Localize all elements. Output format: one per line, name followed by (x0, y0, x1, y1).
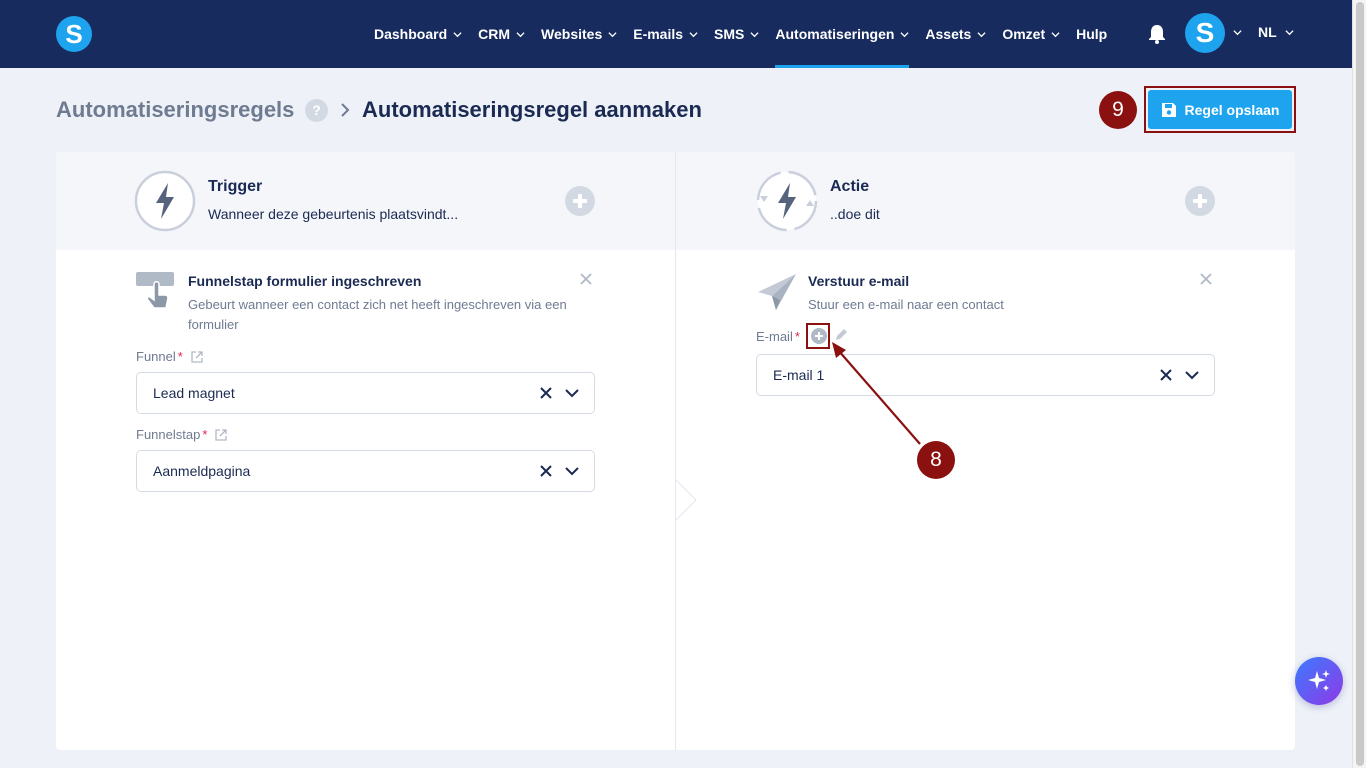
action-card-title: Verstuur e-mail (808, 273, 910, 289)
add-action-button[interactable] (1185, 186, 1215, 216)
language-label: NL (1258, 24, 1277, 40)
funnelstap-select[interactable]: Aanmeldpagina (136, 450, 595, 492)
vertical-scrollbar[interactable] (1352, 0, 1366, 768)
chevron-down-icon (750, 31, 759, 37)
chevron-down-icon[interactable] (564, 387, 580, 399)
funnel-select[interactable]: Lead magnet (136, 372, 595, 414)
nav-item-crm[interactable]: CRM (478, 0, 525, 68)
step-badge-9: 9 (1099, 91, 1137, 129)
sparkle-icon (1308, 670, 1330, 691)
add-trigger-button[interactable] (565, 186, 595, 216)
close-icon[interactable] (579, 272, 593, 286)
email-label-text: E-mail (756, 329, 793, 344)
action-title: Actie (830, 178, 870, 195)
ai-assistant-button[interactable] (1295, 657, 1343, 705)
chevron-down-icon (1051, 31, 1060, 37)
nav-item-label: SMS (714, 26, 745, 42)
chevron-down-icon (900, 31, 909, 37)
annotation-arrow (832, 342, 921, 445)
step-badge-8: 8 (917, 441, 955, 479)
chevron-down-icon (689, 31, 698, 37)
required-marker: * (177, 349, 183, 364)
lightning-cycle-icon (756, 170, 818, 232)
logo[interactable]: S (56, 16, 92, 52)
trigger-subtitle: Wanneer deze gebeurtenis plaatsvindt... (208, 206, 459, 222)
top-navigation: S Dashboard CRM Websites E-mails SMS Aut… (0, 0, 1352, 68)
funnelstap-label-text: Funnelstap (136, 427, 201, 442)
nav-item-sms[interactable]: SMS (714, 0, 759, 68)
close-icon[interactable] (1199, 272, 1213, 286)
language-selector[interactable]: NL (1258, 24, 1294, 40)
nav-item-label: Assets (925, 26, 972, 42)
action-card-description: Stuur een e-mail naar een contact (808, 297, 1004, 312)
nav-item-hulp[interactable]: Hulp (1076, 0, 1107, 68)
save-icon (1161, 102, 1176, 117)
external-link-icon[interactable] (190, 350, 204, 364)
clear-icon[interactable] (540, 465, 552, 477)
email-label: E-mail * (756, 329, 800, 344)
chevron-down-icon[interactable] (1184, 369, 1200, 381)
scrollbar-thumb[interactable] (1356, 2, 1364, 766)
funnel-select-value: Lead magnet (153, 385, 235, 401)
column-divider (675, 152, 676, 750)
nav-item-assets[interactable]: Assets (925, 0, 986, 68)
nav-menu: Dashboard CRM Websites E-mails SMS Autom… (374, 0, 1123, 68)
funnelstap-select-value: Aanmeldpagina (153, 463, 251, 479)
save-rule-label: Regel opslaan (1184, 101, 1280, 118)
chevron-down-icon (608, 31, 617, 37)
nav-item-websites[interactable]: Websites (541, 0, 617, 68)
form-click-icon (136, 272, 174, 309)
avatar[interactable]: S (1185, 13, 1225, 53)
external-link-icon[interactable] (214, 428, 228, 442)
nav-item-label: Dashboard (374, 26, 448, 42)
nav-item-dashboard[interactable]: Dashboard (374, 0, 462, 68)
funnel-label: Funnel * (136, 349, 204, 364)
nav-item-label: Omzet (1002, 26, 1046, 42)
nav-item-omzet[interactable]: Omzet (1002, 0, 1060, 68)
chevron-down-icon (453, 31, 462, 37)
chevron-down-icon (977, 31, 986, 37)
nav-item-emails[interactable]: E-mails (633, 0, 698, 68)
chevron-down-icon (516, 31, 525, 37)
breadcrumb-parent[interactable]: Automatiseringsregels (56, 97, 294, 123)
save-rule-button[interactable]: Regel opslaan (1148, 90, 1292, 129)
email-select-value: E-mail 1 (773, 367, 825, 383)
help-icon[interactable]: ? (305, 99, 328, 122)
nav-item-label: Automatiseringen (775, 26, 895, 42)
trigger-title: Trigger (208, 178, 263, 195)
lightning-icon (134, 170, 196, 232)
trigger-card-title: Funnelstap formulier ingeschreven (188, 273, 422, 289)
nav-item-label: E-mails (633, 26, 684, 42)
chevron-down-icon[interactable] (1233, 28, 1242, 37)
required-marker: * (794, 329, 800, 344)
page-title: Automatiseringsregel aanmaken (362, 97, 702, 122)
flow-arrow-notch (676, 480, 697, 520)
funnelstap-label: Funnelstap * (136, 427, 228, 442)
required-marker: * (202, 427, 208, 442)
chevron-down-icon (1285, 29, 1294, 35)
nav-item-label: Websites (541, 26, 603, 42)
nav-item-label: Hulp (1076, 26, 1108, 42)
paper-plane-icon (758, 274, 796, 310)
bell-icon[interactable] (1148, 24, 1166, 44)
chevron-down-icon[interactable] (564, 465, 580, 477)
clear-icon[interactable] (540, 387, 552, 399)
nav-item-label: CRM (478, 26, 511, 42)
nav-item-automatiseringen[interactable]: Automatiseringen (775, 0, 910, 68)
funnel-label-text: Funnel (136, 349, 176, 364)
action-subtitle: ..doe dit (830, 206, 880, 222)
chevron-right-icon (341, 103, 350, 117)
trigger-card-description: Gebeurt wanneer een contact zich net hee… (188, 297, 567, 332)
clear-icon[interactable] (1160, 369, 1172, 381)
rule-editor-panel: Trigger Wanneer deze gebeurtenis plaatsv… (56, 152, 1295, 750)
